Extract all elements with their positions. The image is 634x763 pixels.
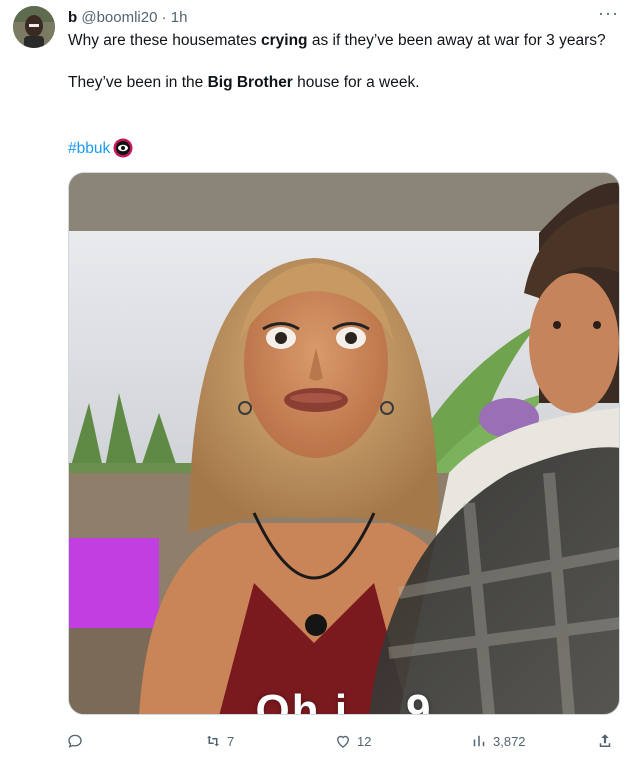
- text-segment: They’ve been in the: [68, 74, 208, 91]
- reply-button[interactable]: [66, 728, 89, 754]
- media-caption: Oh i... 9: [255, 686, 433, 715]
- tweet-header: b @boomli20 · 1h: [68, 8, 187, 28]
- views-icon: [473, 735, 485, 747]
- views-button[interactable]: 3,872: [470, 728, 526, 754]
- share-button[interactable]: [596, 728, 614, 754]
- hashtag-link[interactable]: #bbuk: [68, 138, 110, 159]
- text-segment: as if they’ve been away at war for 3 yea…: [307, 32, 606, 49]
- tweet-paragraph-2: They’ve been in the Big Brother house fo…: [68, 72, 608, 93]
- tweet-media[interactable]: Oh i... 9: [68, 172, 620, 715]
- bold-segment: crying: [261, 32, 308, 49]
- tweet[interactable]: b @boomli20 · 1h ··· Why are these house…: [0, 0, 634, 763]
- tweet-paragraph-1: Why are these housemates crying as if th…: [68, 30, 608, 51]
- more-options-icon[interactable]: ···: [598, 4, 618, 26]
- retweet-count: 7: [227, 733, 235, 749]
- action-bar: 7 12 3,872: [66, 728, 620, 754]
- avatar[interactable]: [13, 6, 55, 48]
- tweet-text: Why are these housemates crying as if th…: [68, 30, 608, 93]
- big-brother-eye-icon: [113, 138, 133, 158]
- text-segment: house for a week.: [292, 74, 420, 91]
- reply-icon: [68, 734, 82, 748]
- hashtag-row: #bbuk: [68, 137, 133, 159]
- heart-icon: [337, 735, 349, 748]
- tweet-time[interactable]: 1h: [171, 9, 188, 26]
- text-segment: Why are these housemates: [68, 32, 261, 49]
- views-count: 3,872: [493, 733, 526, 749]
- bold-segment: Big Brother: [207, 74, 293, 91]
- share-icon: [599, 734, 611, 747]
- retweet-button[interactable]: 7: [204, 728, 234, 754]
- author-name[interactable]: b: [68, 9, 77, 26]
- like-count: 12: [357, 733, 372, 749]
- retweet-icon: [207, 735, 219, 747]
- like-button[interactable]: 12: [334, 728, 371, 754]
- separator-dot: ·: [161, 9, 167, 26]
- author-handle[interactable]: @boomli20: [81, 9, 157, 26]
